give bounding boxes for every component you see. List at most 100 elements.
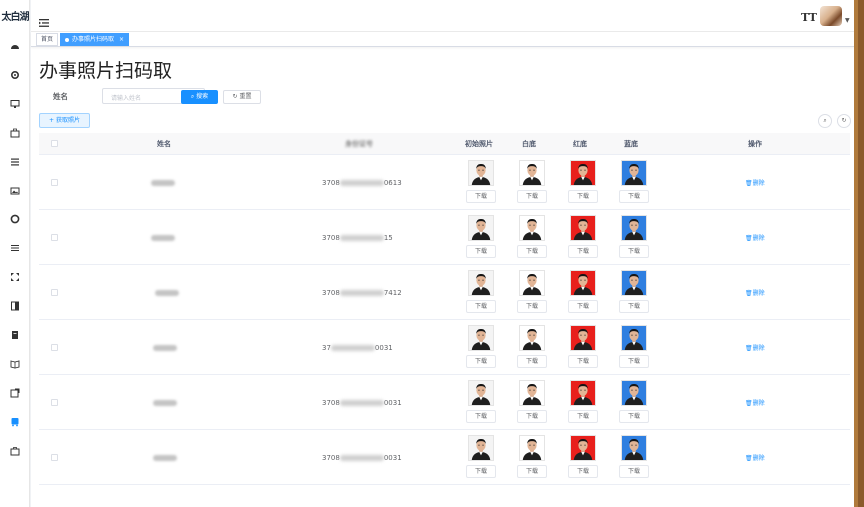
photo-original[interactable] [468,215,494,241]
photo-original[interactable] [468,380,494,406]
download-button[interactable]: 下载 [466,410,496,423]
photo-cell-blue: 下载 [619,325,649,368]
list-icon[interactable] [10,157,20,167]
download-button[interactable]: 下载 [466,355,496,368]
photo-red[interactable] [570,435,596,461]
delete-button[interactable]: 🗑删除 [745,233,765,242]
lifebuoy-icon[interactable] [10,214,20,224]
delete-button[interactable]: 🗑删除 [745,343,765,352]
trash-icon: 🗑 [745,290,753,297]
download-button[interactable]: 下载 [517,245,547,258]
photo-blue[interactable] [621,380,647,406]
table-icon[interactable] [10,243,20,253]
delete-button[interactable]: 🗑删除 [745,178,765,187]
photo-white[interactable] [519,435,545,461]
download-button[interactable]: 下载 [568,355,598,368]
select-all-checkbox[interactable] [51,140,58,147]
download-button[interactable]: 下载 [619,300,649,313]
font-size-icon[interactable]: TT [801,11,817,24]
download-button[interactable]: 下载 [619,465,649,478]
download-button[interactable]: 下载 [568,465,598,478]
expand-icon[interactable] [10,272,20,282]
photo-cell-red: 下载 [568,435,598,478]
download-button[interactable]: 下载 [517,190,547,203]
photo-original[interactable] [468,325,494,351]
reset-button[interactable]: ↻ 重置 [223,90,261,104]
photo-red[interactable] [570,270,596,296]
row-checkbox[interactable] [51,399,58,406]
dashboard-icon[interactable] [10,41,20,51]
download-button[interactable]: 下载 [568,190,598,203]
monitor-icon[interactable] [10,99,20,109]
download-button[interactable]: 下载 [517,465,547,478]
photo-cell-red: 下载 [568,325,598,368]
photo-white[interactable] [519,160,545,186]
photo-original[interactable] [468,435,494,461]
book-open-icon[interactable] [10,359,20,369]
window-frame-inner [854,0,858,507]
delete-button[interactable]: 🗑删除 [745,288,765,297]
caret-down-icon[interactable]: ▼ [845,17,850,24]
photo-cell-original: 下载 [466,435,496,478]
photo-red[interactable] [570,215,596,241]
photo-blue[interactable] [621,270,647,296]
photo-white[interactable] [519,215,545,241]
photo-white[interactable] [519,270,545,296]
photo-red[interactable] [570,325,596,351]
external-link-icon[interactable] [10,388,20,398]
document-icon[interactable] [10,330,20,340]
photo-blue[interactable] [621,160,647,186]
photo-original[interactable] [468,270,494,296]
table-row: 3708 15 下载 下载 下载 下载 🗑删除 [39,210,850,265]
avatar[interactable] [820,6,842,26]
photo-white[interactable] [519,380,545,406]
download-button[interactable]: 下载 [466,190,496,203]
briefcase-icon[interactable] [10,446,20,456]
row-checkbox[interactable] [51,344,58,351]
toolbox-icon[interactable] [10,128,20,138]
photo-red[interactable] [570,160,596,186]
row-checkbox[interactable] [51,289,58,296]
download-button[interactable]: 下载 [619,245,649,258]
photo-blue[interactable] [621,215,647,241]
active-dot-icon [65,37,69,42]
gear-icon[interactable] [10,70,20,80]
fetch-photos-button[interactable]: + 获取照片 [39,113,90,128]
photo-cell-original: 下载 [466,215,496,258]
download-button[interactable]: 下载 [619,410,649,423]
download-button[interactable]: 下载 [517,410,547,423]
row-checkbox[interactable] [51,179,58,186]
photo-blue[interactable] [621,435,647,461]
download-button[interactable]: 下载 [568,245,598,258]
download-button[interactable]: 下载 [517,355,547,368]
name-cell-redacted [153,455,177,461]
photo-original[interactable] [468,160,494,186]
download-button[interactable]: 下载 [619,355,649,368]
tab-home[interactable]: 首页 [36,33,59,46]
idcard-cell: 3708 0031 [322,399,402,407]
download-button[interactable]: 下载 [619,190,649,203]
download-button[interactable]: 下载 [466,465,496,478]
tab-photo-scan[interactable]: 办事照片扫码取 × [60,33,130,46]
image-icon[interactable] [10,186,20,196]
idcard-cell: 3708 0031 [322,454,402,462]
book-half-icon[interactable] [10,301,20,311]
bus-icon[interactable] [10,417,20,427]
refresh-icon[interactable]: ↻ [837,114,851,128]
close-icon[interactable]: × [119,36,124,43]
download-button[interactable]: 下载 [517,300,547,313]
row-checkbox[interactable] [51,454,58,461]
photo-red[interactable] [570,380,596,406]
search-button[interactable]: ⌕ 搜索 [181,90,218,104]
photo-white[interactable] [519,325,545,351]
download-button[interactable]: 下载 [568,300,598,313]
search-toggle-icon[interactable]: ⌕ [818,114,832,128]
download-button[interactable]: 下载 [466,300,496,313]
row-checkbox[interactable] [51,234,58,241]
photo-blue[interactable] [621,325,647,351]
delete-button[interactable]: 🗑删除 [745,398,765,407]
hamburger-icon[interactable] [39,12,49,27]
download-button[interactable]: 下载 [466,245,496,258]
download-button[interactable]: 下载 [568,410,598,423]
delete-button[interactable]: 🗑删除 [745,453,765,462]
